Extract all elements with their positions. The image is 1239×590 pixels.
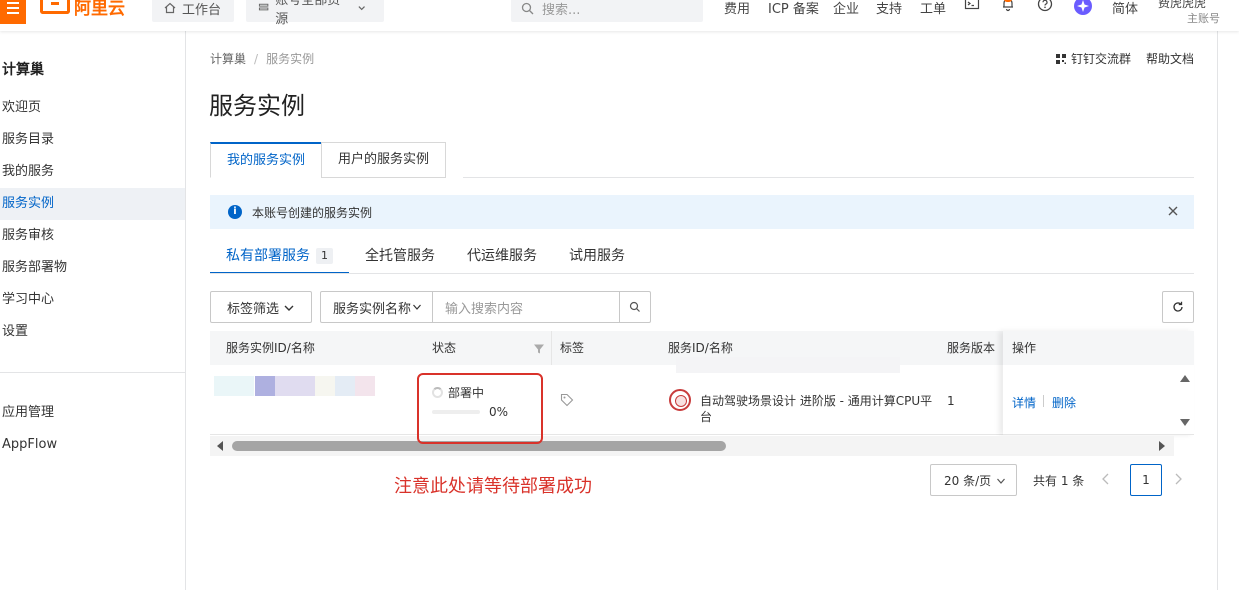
info-notice: i 本账号创建的服务实例 [210, 195, 1194, 229]
search-button[interactable] [619, 292, 650, 322]
tab-my-instances[interactable]: 我的服务实例 [210, 142, 323, 178]
col-status: 状态 [432, 341, 457, 355]
col-version: 服务版本 [947, 341, 996, 355]
tag-icon[interactable] [560, 393, 574, 407]
scroll-up-icon[interactable] [1179, 373, 1191, 383]
menu-icon[interactable] [0, 0, 26, 24]
page-size-select[interactable]: 20 条/页 [930, 464, 1017, 496]
nav-enterprise[interactable]: 企业 [833, 0, 859, 17]
service-version: 1 [947, 394, 955, 408]
instance-search-group: 服务实例名称 输入搜索内容 [320, 291, 651, 323]
sidebar-item-appflow[interactable]: AppFlow [0, 429, 185, 461]
col-tags: 标签 [560, 341, 585, 355]
sidebar-item-learning-center[interactable]: 学习中心 [0, 284, 185, 316]
breadcrumb-current: 服务实例 [266, 52, 315, 66]
language-switch[interactable]: 简体 [1112, 0, 1138, 17]
resource-group-icon [258, 3, 269, 11]
chevron-right-icon[interactable] [1172, 472, 1184, 486]
search-icon [629, 301, 640, 312]
refresh-button[interactable] [1162, 291, 1194, 323]
aliyun-logo[interactable]: 阿里云 [40, 0, 125, 19]
subtab-fully-managed[interactable]: 全托管服务 [349, 240, 451, 274]
delete-link[interactable]: 删除 [1052, 394, 1076, 411]
scroll-down-icon[interactable] [1179, 418, 1191, 428]
nav-support[interactable]: 支持 [876, 0, 902, 17]
right-panel-border [1217, 31, 1218, 590]
nav-fee[interactable]: 费用 [724, 0, 750, 17]
nav-icp[interactable]: ICP 备案 [768, 0, 819, 17]
annotation-text: 注意此处请等待部署成功 [394, 476, 592, 497]
service-type-tabs: 私有部署服务 1 全托管服务 代运维服务 试用服务 [210, 240, 641, 274]
dingtalk-group-link[interactable]: 钉钉交流群 [1055, 50, 1131, 67]
scroll-right-icon[interactable] [1158, 441, 1166, 451]
nav-ticket[interactable]: 工单 [920, 0, 946, 17]
tab-user-instances[interactable]: 用户的服务实例 [321, 142, 447, 178]
instance-tabs: 我的服务实例 用户的服务实例 [210, 142, 447, 178]
subtab-managed-ops[interactable]: 代运维服务 [451, 240, 553, 274]
search-field-select[interactable]: 服务实例名称 [321, 292, 433, 322]
instance-id-redacted [210, 376, 390, 396]
sidebar-title: 计算巢 [2, 62, 44, 78]
user-role: 主账号 [1187, 12, 1220, 25]
filter-icon[interactable] [533, 343, 545, 355]
help-docs-link[interactable]: 帮助文档 [1146, 50, 1194, 67]
service-name[interactable]: 自动驾驶场景设计 进阶版 - 通用计算CPU平台 [700, 393, 940, 425]
sidebar-item-app-management[interactable]: 应用管理 [0, 397, 185, 429]
chevron-down-icon [284, 305, 294, 311]
status-highlight-box [417, 373, 543, 444]
col-instance-id: 服务实例ID/名称 [226, 341, 315, 355]
service-logo [669, 389, 691, 411]
sidebar-item-service-catalog[interactable]: 服务目录 [0, 124, 185, 156]
sidebar: 计算巢 欢迎页 服务目录 我的服务 服务实例 服务审核 服务部署物 学习中心 设… [0, 31, 186, 590]
sidebar-item-service-review[interactable]: 服务审核 [0, 220, 185, 252]
sidebar-item-settings[interactable]: 设置 [0, 316, 185, 348]
ai-assistant-icon[interactable] [1073, 0, 1093, 16]
scroll-left-icon[interactable] [216, 441, 224, 451]
tabs-divider [463, 177, 1194, 178]
close-icon[interactable] [1166, 204, 1180, 218]
chevron-left-icon[interactable] [1100, 472, 1112, 486]
tag-filter-button[interactable]: 标签筛选 [210, 291, 312, 323]
sidebar-item-deploy-artifacts[interactable]: 服务部署物 [0, 252, 185, 284]
breadcrumb-root[interactable]: 计算巢 [210, 52, 246, 66]
total-count: 共有 1 条 [1033, 474, 1085, 488]
page-title: 服务实例 [209, 92, 305, 120]
resource-scope-select[interactable]: 账号全部资源 [246, 0, 384, 27]
subtabs-divider [210, 273, 1194, 274]
horizontal-scrollbar[interactable] [210, 436, 1174, 456]
notice-text: 本账号创建的服务实例 [252, 205, 373, 220]
top-bar: 阿里云 工作台 账号全部资源 搜索... 费用 ICP 备案 企业 支持 工单 … [0, 0, 1239, 31]
sidebar-item-service-instances[interactable]: 服务实例 [0, 188, 185, 220]
sidebar-item-welcome[interactable]: 欢迎页 [0, 92, 185, 124]
sidebar-divider [0, 372, 185, 373]
info-icon: i [228, 205, 242, 219]
refresh-icon [1173, 301, 1183, 312]
search-icon [521, 2, 534, 14]
aliyun-logo-mark [40, 0, 70, 14]
subtab-private-deploy[interactable]: 私有部署服务 1 [210, 240, 349, 274]
breadcrumb: 计算巢 / 服务实例 [210, 52, 315, 66]
subtab-trial[interactable]: 试用服务 [553, 240, 641, 274]
sidebar-item-my-services[interactable]: 我的服务 [0, 156, 185, 188]
page-number-button[interactable]: 1 [1130, 464, 1162, 496]
qrcode-icon [1056, 53, 1066, 64]
workbench-button[interactable]: 工作台 [152, 0, 234, 22]
chevron-down-icon [997, 478, 1005, 484]
count-badge: 1 [316, 248, 333, 264]
terminal-icon[interactable] [964, 0, 980, 12]
chevron-down-icon [413, 304, 421, 310]
global-search-input[interactable]: 搜索... [511, 0, 703, 22]
help-icon[interactable] [1037, 0, 1053, 12]
actions-column [1003, 331, 1194, 435]
details-link[interactable]: 详情 [1012, 394, 1036, 411]
chevron-down-icon [358, 6, 365, 11]
instance-search-input[interactable]: 输入搜索内容 [433, 292, 619, 322]
service-id-redacted [676, 357, 900, 373]
home-icon [164, 2, 176, 14]
